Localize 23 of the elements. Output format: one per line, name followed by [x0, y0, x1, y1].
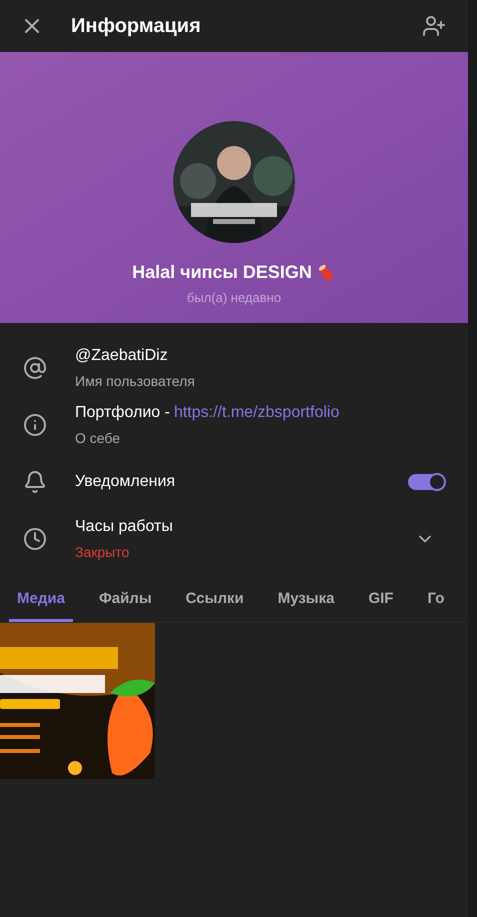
- tab[interactable]: Музыка: [270, 577, 342, 622]
- tab[interactable]: Файлы: [90, 577, 160, 622]
- add-user-icon: [422, 14, 446, 38]
- bell-icon: [23, 470, 47, 494]
- row-subtitle: О себе: [75, 428, 122, 448]
- row-title: Уведомления: [75, 472, 176, 492]
- row-title: Портфолио -: [75, 402, 170, 422]
- row-subtitle: Имя пользователя: [75, 372, 196, 390]
- scrollbar[interactable]: [468, 0, 477, 917]
- row-title: Часы работы: [75, 516, 173, 536]
- profile-name: Halal чипсы DESIGN: [132, 261, 312, 284]
- row-subtitle: Закрыто: [75, 542, 130, 562]
- window-title: Информация: [71, 14, 201, 39]
- tab[interactable]: Го: [419, 577, 452, 622]
- tab[interactable]: GIF: [360, 577, 402, 622]
- tab[interactable]: Ссылки: [178, 577, 252, 622]
- at-sign-icon: [23, 356, 47, 380]
- info-icon: [23, 412, 47, 436]
- last-seen-status: был(а) недавно: [186, 289, 282, 307]
- row-title: @ZaebatiDiz: [75, 346, 168, 366]
- portfolio-link[interactable]: https://t.me/zbsportfolio: [174, 400, 340, 424]
- clock-icon: [23, 526, 47, 550]
- notifications-toggle[interactable]: [408, 474, 445, 490]
